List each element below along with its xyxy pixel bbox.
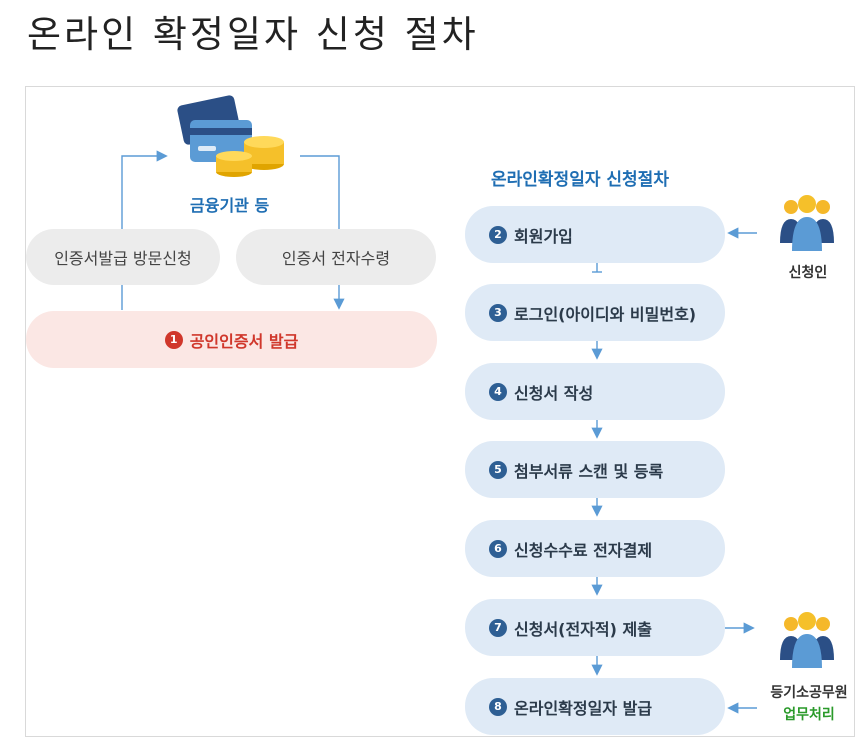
step-signup: 2 회원가입: [465, 206, 725, 263]
step-label: 로그인(아이디와 비밀번호): [514, 304, 697, 324]
certificate-receive-pill: 인증서 전자수령: [236, 229, 436, 285]
step-label: 첨부서류 스캔 및 등록: [514, 461, 664, 481]
institution-label: 금융기관 등: [190, 196, 270, 215]
step-submit-application: 7 신청서(전자적) 제출: [465, 599, 725, 656]
applicant-people-icon: [780, 195, 834, 251]
step-label: 신청서(전자적) 제출: [514, 619, 652, 639]
certificate-receive-label: 인증서 전자수령: [281, 249, 391, 268]
step-fee-payment: 6 신청수수료 전자결제: [465, 520, 725, 577]
step-issue-date: 8 온라인확정일자 발급: [465, 678, 725, 735]
step-label: 신청수수료 전자결제: [514, 540, 653, 560]
officer-people-icon: [780, 612, 834, 668]
step-label: 온라인확정일자 발급: [514, 698, 653, 718]
step-login: 3 로그인(아이디와 비밀번호): [465, 284, 725, 341]
step-write-application: 4 신청서 작성: [465, 363, 725, 420]
step-number-badge: 2: [489, 225, 507, 244]
step-scan-attachments: 5 첨부서류 스캔 및 등록: [465, 441, 725, 498]
step-number-badge: 7: [489, 618, 507, 637]
step-label: 회원가입: [514, 226, 573, 246]
officer-label: 등기소공무원: [770, 685, 848, 701]
step-number-badge: 3: [489, 303, 507, 322]
step-number-badge: 4: [489, 382, 507, 401]
visit-application-pill: 인증서발급 방문신청: [26, 229, 220, 285]
step-number-badge: 1: [164, 330, 183, 349]
step-number-badge: 6: [489, 539, 507, 558]
procedure-heading: 온라인확정일자 신청절차: [491, 170, 669, 190]
step-number-badge: 8: [489, 697, 507, 716]
applicant-label: 신청인: [788, 265, 828, 281]
officer-sub-label: 업무처리: [783, 707, 835, 723]
certificate-issue-label: 공인인증서 발급: [189, 331, 299, 351]
step-number-badge: 5: [489, 460, 507, 479]
diagram-frame: [25, 86, 855, 737]
visit-application-label: 인증서발급 방문신청: [54, 249, 192, 268]
step-label: 신청서 작성: [514, 383, 594, 403]
bank-card-coins-icon: [177, 95, 284, 177]
page-title: 온라인 확정일자 신청 절차: [27, 13, 479, 56]
certificate-issue-pill: 1 공인인증서 발급: [26, 311, 437, 368]
